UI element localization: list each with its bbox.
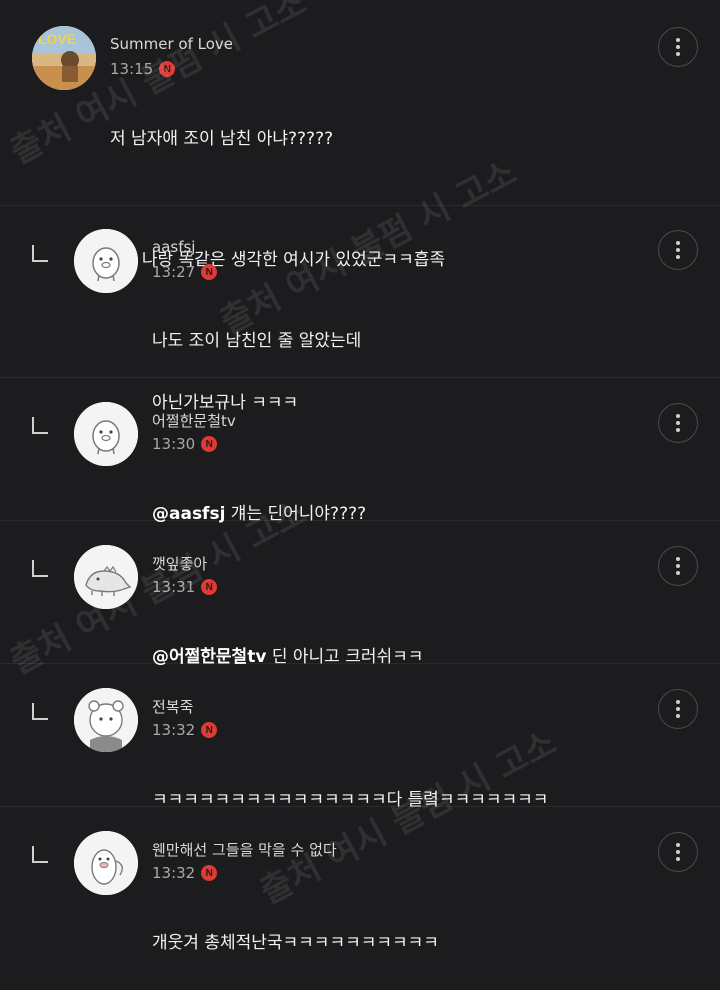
new-badge-icon: N	[201, 865, 218, 881]
more-vertical-icon	[676, 556, 680, 577]
character-avatar-image	[74, 229, 138, 293]
new-badge-icon: N	[201, 722, 218, 738]
comment-meta: 13:31 N	[152, 578, 218, 596]
avatar[interactable]	[74, 831, 138, 895]
more-options-button[interactable]	[658, 689, 698, 729]
avatar[interactable]: LOVE	[32, 26, 96, 90]
avatar[interactable]	[74, 402, 138, 466]
more-options-button[interactable]	[658, 27, 698, 67]
album-cover-image: LOVE	[32, 26, 96, 90]
more-vertical-icon	[676, 413, 680, 434]
comment-time: 13:31	[152, 578, 196, 596]
reply-arrow-icon	[31, 702, 49, 722]
character-avatar-image	[74, 402, 138, 466]
comment-author[interactable]: 전복죽	[152, 696, 193, 717]
more-options-button[interactable]	[658, 230, 698, 270]
new-badge-icon: N	[201, 436, 218, 452]
comment-meta: 13:32 N	[152, 864, 218, 882]
comment-author[interactable]: 어쩔한문철tv	[152, 410, 236, 431]
comment-author[interactable]: 깻잎좋아	[152, 553, 207, 574]
avatar[interactable]	[74, 545, 138, 609]
comment-item: 깻잎좋아 13:31 N @어쩔한문철tv 딘 아니고 크러쉬ㅋㅋ	[0, 521, 720, 667]
more-vertical-icon	[676, 37, 680, 58]
comment-item: LOVE Summer of Love 13:15 N 저 남자애 조이 남친 …	[0, 0, 720, 270]
new-badge-icon: N	[159, 61, 176, 77]
more-vertical-icon	[676, 699, 680, 720]
comment-time: 13:32	[152, 864, 196, 882]
comment-item: 전복죽 13:32 N ㅋㅋㅋㅋㅋㅋㅋㅋㅋㅋㅋㅋㅋㅋㅋ다 틀렼ㅋㅋㅋㅋㅋㅋㅋ	[0, 664, 720, 810]
avatar[interactable]	[74, 688, 138, 752]
comment-text: 개웃겨 총체적난국ㅋㅋㅋㅋㅋㅋㅋㅋㅋㅋ	[152, 897, 439, 990]
more-vertical-icon	[676, 240, 680, 261]
reply-arrow-icon	[31, 416, 49, 436]
character-avatar-image	[74, 688, 138, 752]
comment-item: aasfsj 13:27 N 나도 조이 남친인 줄 알았는데 아닌가보규나 ㅋ…	[0, 206, 720, 413]
comment-author[interactable]: 웬만해선 그들을 막을 수 없다	[152, 839, 337, 860]
comment-line: 개웃겨 총체적난국ㅋㅋㅋㅋㅋㅋㅋㅋㅋㅋ	[152, 933, 439, 953]
reply-arrow-icon	[31, 559, 49, 579]
comment-time: 13:15	[110, 60, 154, 78]
comment-author[interactable]: aasfsj	[152, 238, 195, 256]
more-options-button[interactable]	[658, 832, 698, 872]
more-vertical-icon	[676, 842, 680, 863]
reply-arrow-icon	[31, 244, 49, 264]
comment-line: 저 남자애 조이 남친 아냐?????	[110, 129, 334, 149]
comment-line: 나도 조이 남친인 줄 알았는데	[152, 331, 362, 351]
comment-list: LOVE Summer of Love 13:15 N 저 남자애 조이 남친 …	[0, 0, 720, 953]
more-options-button[interactable]	[658, 403, 698, 443]
avatar[interactable]	[74, 229, 138, 293]
comment-time: 13:32	[152, 721, 196, 739]
comment-meta: 13:32 N	[152, 721, 218, 739]
character-avatar-image	[74, 545, 138, 609]
new-badge-icon: N	[201, 264, 218, 280]
comment-item: 웬만해선 그들을 막을 수 없다 13:32 N 개웃겨 총체적난국ㅋㅋㅋㅋㅋㅋ…	[0, 807, 720, 953]
comment-time: 13:27	[152, 263, 196, 281]
character-avatar-image	[74, 831, 138, 895]
comment-author[interactable]: Summer of Love	[110, 35, 233, 53]
comment-meta: 13:30 N	[152, 435, 218, 453]
comment-time: 13:30	[152, 435, 196, 453]
comment-meta: 13:27 N	[152, 263, 218, 281]
comment-item: 어쩔한문철tv 13:30 N @aasfsj 걔는 딘어니야????	[0, 378, 720, 524]
svg-text:LOVE: LOVE	[38, 31, 76, 47]
more-options-button[interactable]	[658, 546, 698, 586]
reply-arrow-icon	[31, 845, 49, 865]
comment-meta: 13:15 N	[110, 60, 176, 78]
new-badge-icon: N	[201, 579, 218, 595]
